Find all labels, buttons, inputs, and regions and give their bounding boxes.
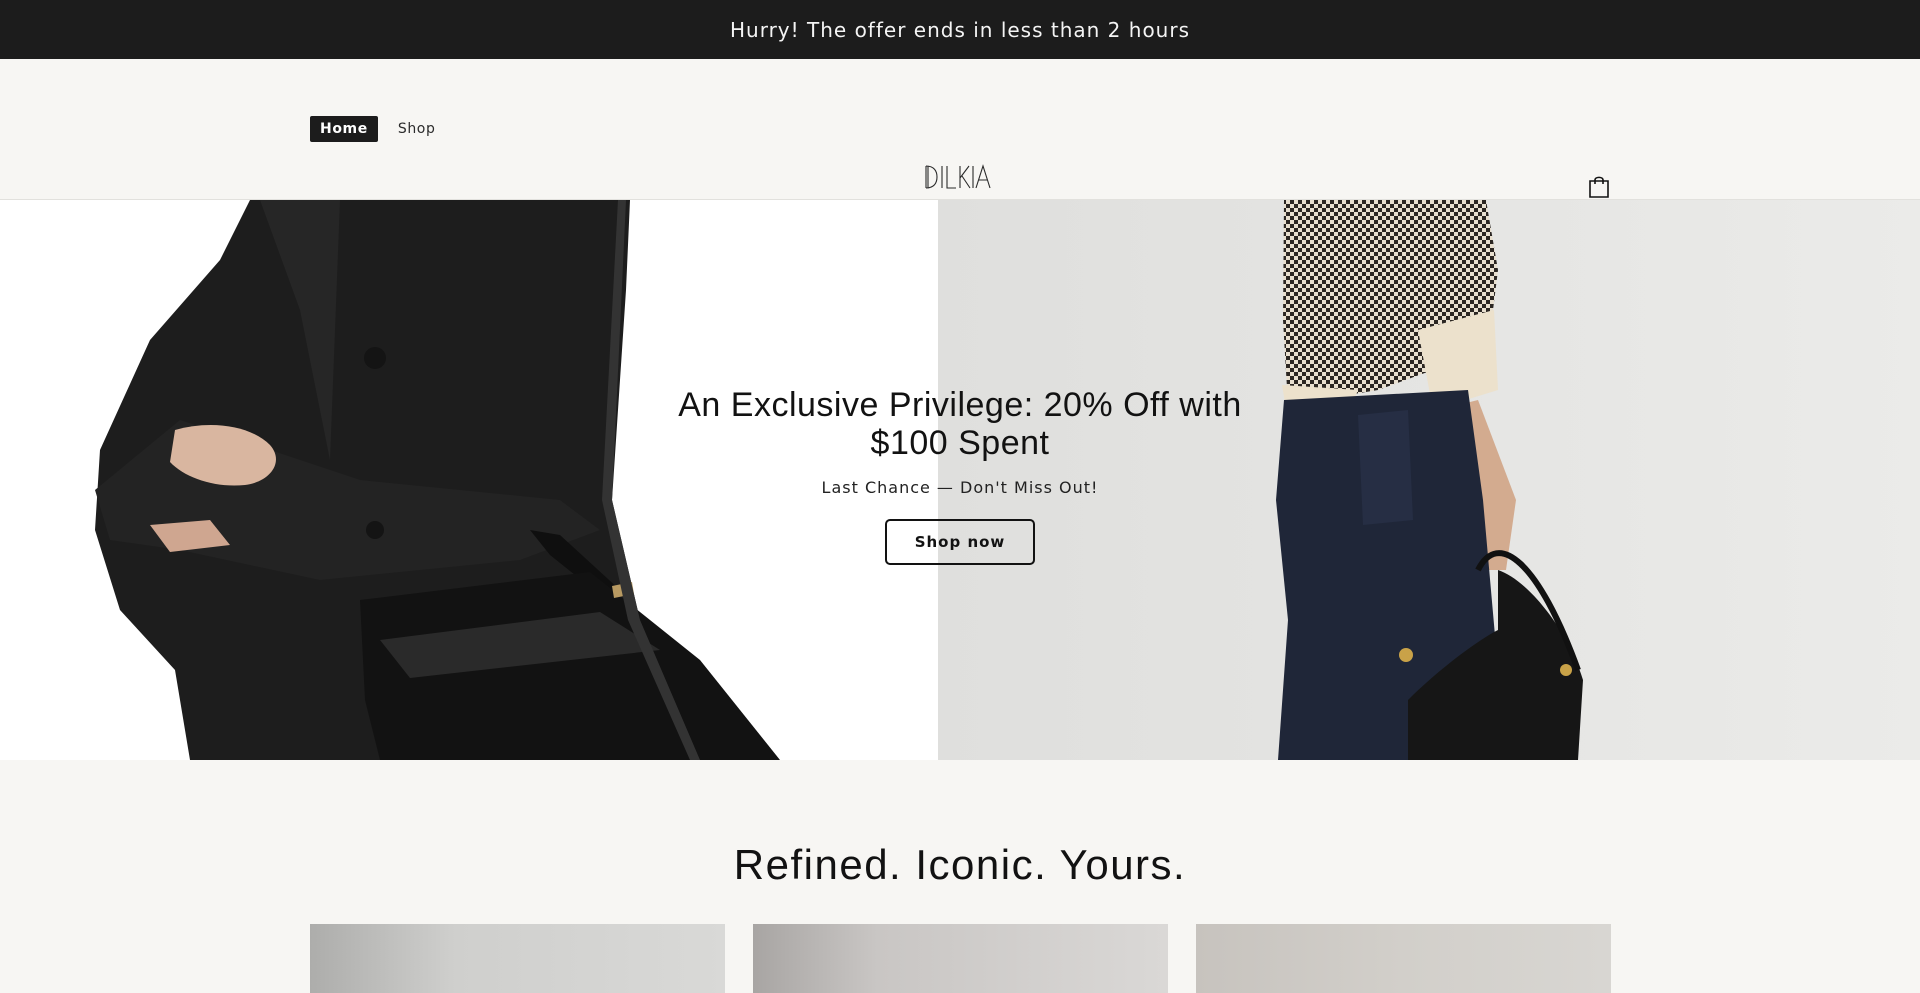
shop-now-button[interactable]: Shop now bbox=[884, 519, 1036, 565]
collection-card[interactable] bbox=[1196, 924, 1611, 993]
collection-title: Refined. Iconic. Yours. bbox=[733, 841, 1187, 888]
site-header: Home Shop bbox=[0, 59, 1920, 200]
main-nav: Home Shop bbox=[310, 116, 445, 142]
shopping-bag-icon[interactable] bbox=[1588, 175, 1610, 199]
nav-home-link[interactable]: Home bbox=[310, 116, 378, 142]
hero-banner: An Exclusive Privilege: 20% Off with $10… bbox=[0, 200, 1920, 760]
announcement-bar: Hurry! The offer ends in less than 2 hou… bbox=[0, 0, 1920, 59]
collection-cards bbox=[310, 924, 1611, 993]
nav-shop-link[interactable]: Shop bbox=[388, 116, 446, 142]
hero-subtitle: Last Chance — Don't Miss Out! bbox=[821, 478, 1099, 497]
brand-logo[interactable] bbox=[925, 164, 991, 192]
collection-card[interactable] bbox=[310, 924, 725, 993]
announcement-text: Hurry! The offer ends in less than 2 hou… bbox=[730, 17, 1190, 42]
hero-content: An Exclusive Privilege: 20% Off with $10… bbox=[660, 386, 1260, 565]
collection-card[interactable] bbox=[753, 924, 1168, 993]
hero-title: An Exclusive Privilege: 20% Off with $10… bbox=[678, 386, 1242, 462]
collection-section: Refined. Iconic. Yours. bbox=[0, 760, 1920, 993]
